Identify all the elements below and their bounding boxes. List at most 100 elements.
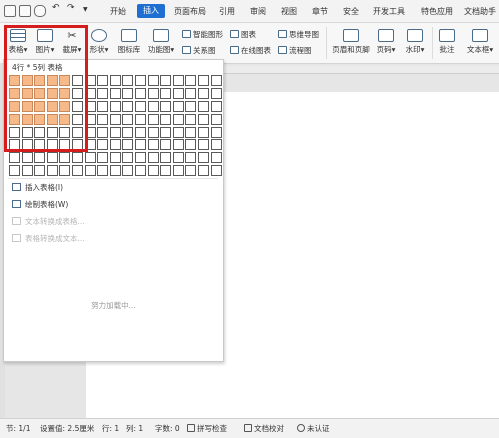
grid-cell[interactable] [59, 152, 71, 164]
grid-cell[interactable] [147, 87, 159, 99]
chart-button[interactable]: 图表 [230, 29, 256, 40]
print-icon[interactable] [4, 5, 16, 17]
comment-button[interactable]: 批注 [437, 29, 457, 55]
grid-cell[interactable] [185, 126, 197, 138]
tab-page-layout[interactable]: 页面布局 [170, 5, 210, 18]
grid-cell[interactable] [122, 87, 134, 99]
grid-cell[interactable] [147, 165, 159, 177]
grid-cell[interactable] [134, 139, 146, 151]
grid-cell[interactable] [97, 139, 109, 151]
grid-cell[interactable] [160, 139, 172, 151]
grid-cell[interactable] [147, 113, 159, 125]
grid-cell[interactable] [109, 75, 121, 86]
preview-icon[interactable] [34, 5, 46, 17]
grid-cell[interactable] [97, 126, 109, 138]
grid-cell[interactable] [185, 139, 197, 151]
grid-cell[interactable] [84, 165, 96, 177]
grid-cell[interactable] [34, 152, 46, 164]
grid-cell[interactable] [134, 100, 146, 112]
grid-cell[interactable] [109, 100, 121, 112]
grid-cell[interactable] [185, 113, 197, 125]
grid-cell[interactable] [147, 139, 159, 151]
grid-cell[interactable] [210, 113, 222, 125]
tab-view[interactable]: 视图 [277, 5, 301, 18]
grid-cell[interactable] [46, 165, 58, 177]
flowchart-button[interactable]: 流程图 [278, 45, 312, 56]
grid-cell[interactable] [172, 152, 184, 164]
grid-cell[interactable] [210, 139, 222, 151]
grid-cell[interactable] [71, 152, 83, 164]
dropdown-icon[interactable]: ▼ [83, 6, 93, 16]
grid-cell[interactable] [210, 75, 222, 86]
grid-cell[interactable] [210, 165, 222, 177]
grid-cell[interactable] [197, 113, 209, 125]
function-chart-button[interactable]: 功能图▾ [147, 29, 175, 55]
grid-cell[interactable] [172, 87, 184, 99]
textbox-button[interactable]: 文本框▾ [464, 29, 496, 55]
grid-cell[interactable] [197, 75, 209, 86]
header-footer-button[interactable]: 页眉和页脚 [331, 29, 371, 55]
grid-cell[interactable] [134, 113, 146, 125]
grid-cell[interactable] [210, 87, 222, 99]
grid-cell[interactable] [147, 75, 159, 86]
draw-table-item[interactable]: 绘制表格(W) [12, 199, 68, 211]
grid-cell[interactable] [71, 165, 83, 177]
grid-cell[interactable] [134, 87, 146, 99]
grid-cell[interactable] [172, 126, 184, 138]
grid-cell[interactable] [97, 152, 109, 164]
grid-cell[interactable] [172, 165, 184, 177]
grid-cell[interactable] [122, 113, 134, 125]
grid-cell[interactable] [34, 165, 46, 177]
grid-cell[interactable] [197, 126, 209, 138]
grid-cell[interactable] [197, 139, 209, 151]
grid-cell[interactable] [21, 165, 33, 177]
tab-review[interactable]: 审阅 [246, 5, 270, 18]
grid-cell[interactable] [172, 113, 184, 125]
grid-cell[interactable] [210, 100, 222, 112]
grid-cell[interactable] [109, 139, 121, 151]
grid-cell[interactable] [160, 126, 172, 138]
grid-cell[interactable] [9, 152, 20, 164]
undo-icon[interactable]: ↶ [52, 3, 62, 13]
grid-cell[interactable] [109, 113, 121, 125]
spellcheck-toggle[interactable]: 拼写检查 [187, 423, 227, 434]
grid-cell[interactable] [97, 100, 109, 112]
grid-cell[interactable] [147, 152, 159, 164]
grid-cell[interactable] [160, 152, 172, 164]
tab-references[interactable]: 引用 [215, 5, 239, 18]
grid-cell[interactable] [160, 75, 172, 86]
grid-cell[interactable] [197, 100, 209, 112]
tab-developer[interactable]: 开发工具 [369, 5, 409, 18]
grid-cell[interactable] [109, 152, 121, 164]
tab-home[interactable]: 开始 [106, 5, 130, 18]
grid-cell[interactable] [122, 75, 134, 86]
tab-features[interactable]: 特色应用 [417, 5, 457, 18]
grid-cell[interactable] [160, 165, 172, 177]
save-icon[interactable] [19, 5, 31, 17]
smartart-button[interactable]: 智能图形 [182, 29, 223, 40]
relation-button[interactable]: 关系图 [182, 45, 216, 56]
grid-cell[interactable] [109, 165, 121, 177]
grid-cell[interactable] [122, 100, 134, 112]
grid-cell[interactable] [97, 75, 109, 86]
icon-gallery-button[interactable]: 图标库 [117, 29, 141, 55]
insert-table-item[interactable]: 插入表格(I) [12, 182, 63, 194]
grid-cell[interactable] [97, 87, 109, 99]
grid-cell[interactable] [134, 165, 146, 177]
grid-cell[interactable] [134, 75, 146, 86]
grid-cell[interactable] [84, 152, 96, 164]
grid-cell[interactable] [197, 87, 209, 99]
grid-cell[interactable] [21, 152, 33, 164]
tab-section[interactable]: 章节 [308, 5, 332, 18]
tab-doc-assistant[interactable]: 文档助手 [464, 5, 499, 18]
mindmap-button[interactable]: 思维导图 [278, 29, 319, 40]
shape-button[interactable]: 形状▾ [88, 29, 110, 55]
grid-cell[interactable] [172, 100, 184, 112]
grid-cell[interactable] [122, 139, 134, 151]
doc-check-button[interactable]: 文档校对 [244, 423, 284, 434]
grid-cell[interactable] [147, 126, 159, 138]
grid-cell[interactable] [109, 87, 121, 99]
grid-cell[interactable] [122, 165, 134, 177]
online-chart-button[interactable]: 在线图表 [230, 45, 271, 56]
redo-icon[interactable]: ↷ [67, 3, 77, 13]
